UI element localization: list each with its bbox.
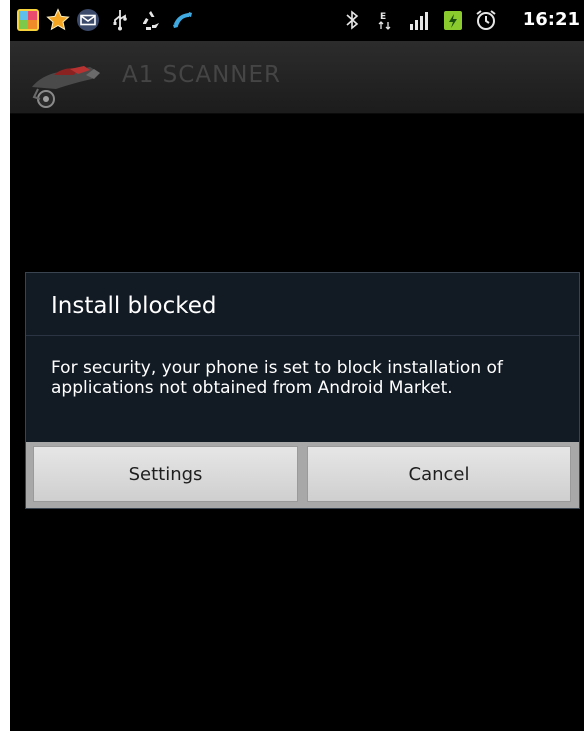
status-bar: E 16:21 bbox=[10, 0, 584, 41]
recycle-icon bbox=[139, 8, 163, 32]
message-icon bbox=[76, 8, 100, 32]
cancel-button[interactable]: Cancel bbox=[307, 446, 571, 502]
svg-text:E: E bbox=[380, 12, 386, 22]
usb-icon bbox=[108, 8, 132, 32]
star-icon bbox=[46, 8, 70, 32]
dialog-divider bbox=[26, 335, 579, 336]
alarm-icon bbox=[474, 8, 498, 32]
signal-icon bbox=[408, 8, 432, 32]
dialog-title: Install blocked bbox=[51, 293, 217, 319]
battery-icon bbox=[441, 8, 465, 32]
settings-button[interactable]: Settings bbox=[33, 446, 298, 502]
robot-car-logo-icon bbox=[24, 53, 120, 111]
edge-network-icon: E bbox=[374, 8, 398, 32]
dialog-message: For security, your phone is set to block… bbox=[51, 358, 503, 398]
phone-call-icon bbox=[170, 8, 194, 32]
bluetooth-icon bbox=[340, 8, 364, 32]
status-clock: 16:21 bbox=[522, 9, 580, 30]
app-title: A1 SCANNER bbox=[122, 62, 281, 88]
app-title-bar: A1 SCANNER bbox=[10, 41, 584, 114]
photo-gallery-icon bbox=[16, 8, 40, 32]
phone-screen: E 16:21 A1 SCANNER Install blocked For s… bbox=[10, 0, 584, 731]
dialog-button-bar: Settings Cancel bbox=[26, 442, 579, 508]
install-blocked-dialog: Install blocked For security, your phone… bbox=[25, 272, 580, 509]
